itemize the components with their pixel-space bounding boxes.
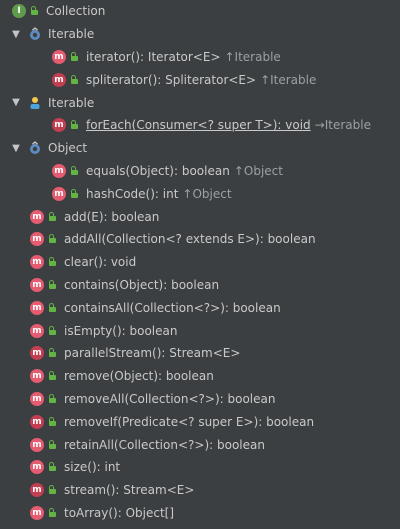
method-row[interactable]: m parallelStream(): Stream<E> [0, 342, 400, 365]
method-abstract-icon: m [30, 255, 44, 270]
method-abstract-icon: m [30, 505, 44, 520]
lock-icon [48, 507, 58, 518]
method-signature: containsAll(Collection<?>): boolean [64, 300, 281, 315]
method-signature: contains(Object): boolean [64, 277, 220, 292]
method-signature: stream(): Stream<E> [64, 483, 195, 498]
lock-icon [48, 348, 58, 358]
lock-icon [48, 416, 58, 427]
lock-icon [70, 165, 80, 176]
expand-arrow-icon[interactable]: ▼ [10, 28, 22, 40]
expand-arrow-icon[interactable]: ▼ [10, 142, 22, 154]
method-abstract-icon: m [30, 437, 44, 452]
lock-icon [48, 485, 58, 495]
method-signature: forEach(Consumer<? super T>): void [86, 118, 311, 133]
method-row[interactable]: m containsAll(Collection<?>): boolean [0, 296, 400, 319]
interface-icon: I [12, 4, 26, 19]
lock-icon [48, 211, 58, 222]
structure-tree: I Collection ▼ Iterable m iterator(): It… [0, 0, 400, 524]
method-origin: →Iterable [314, 118, 371, 133]
lock-icon [48, 462, 58, 472]
method-signature: retainAll(Collection<?>): boolean [64, 437, 265, 452]
method-abstract-icon: m [30, 209, 44, 224]
method-signature: remove(Object): boolean [64, 369, 214, 384]
group-label: Iterable [48, 27, 95, 42]
lock-icon [48, 371, 58, 381]
lock-icon [48, 257, 58, 267]
tree-group-object[interactable]: ▼ Object [0, 137, 400, 160]
lock-icon [48, 325, 58, 336]
method-signature: spliterator(): Spliterator<E> [86, 72, 257, 87]
lock-icon [70, 74, 80, 85]
method-icon: m [30, 346, 44, 361]
lock-icon [48, 393, 58, 404]
lock-icon [70, 188, 80, 199]
lock-icon [70, 51, 80, 62]
method-row[interactable]: m retainAll(Collection<?>): boolean [0, 433, 400, 456]
method-signature: clear(): void [64, 255, 137, 270]
method-abstract-icon: m [30, 300, 44, 315]
method-abstract-icon: m [52, 186, 66, 201]
method-row[interactable]: m add(E): boolean [0, 205, 400, 228]
method-abstract-icon: m [30, 277, 44, 292]
root-label: Collection [46, 4, 106, 19]
method-row[interactable]: m clear(): void [0, 251, 400, 274]
lock-icon [48, 279, 58, 290]
method-icon: m [30, 414, 44, 429]
tree-item-hashcode[interactable]: m hashCode(): int ↑Object [0, 182, 400, 205]
method-signature: removeIf(Predicate<? super E>): boolean [64, 414, 315, 429]
lock-icon [48, 302, 58, 313]
method-icon: m [52, 118, 66, 133]
method-signature: isEmpty(): boolean [64, 323, 178, 338]
expand-arrow-icon[interactable]: ▼ [10, 97, 22, 109]
method-abstract-icon: m [30, 391, 44, 406]
tree-item-equals[interactable]: m equals(Object): boolean ↑Object [0, 160, 400, 183]
method-signature: addAll(Collection<? extends E>): boolean [64, 232, 316, 247]
method-signature: hashCode(): int [86, 186, 179, 201]
tree-group-iterable[interactable]: ▼ Iterable [0, 23, 400, 46]
method-row[interactable]: m size(): int [0, 456, 400, 479]
method-origin: ↑Iterable [224, 49, 281, 64]
method-abstract-icon: m [30, 323, 44, 338]
tree-item-foreach[interactable]: m forEach(Consumer<? super T>): void →It… [0, 114, 400, 137]
method-signature: toArray(): Object[] [64, 505, 175, 520]
lock-icon [48, 439, 58, 450]
lock-icon [70, 120, 80, 130]
group-label: Iterable [48, 95, 95, 110]
object-override-icon [28, 141, 42, 155]
method-signature: add(E): boolean [64, 209, 160, 224]
tree-group-iterable-implemented[interactable]: ▼ Iterable [0, 91, 400, 114]
tree-root[interactable]: I Collection [0, 0, 400, 23]
lock-icon [48, 234, 58, 244]
method-origin: ↑Object [182, 186, 232, 201]
method-abstract-icon: m [52, 163, 66, 178]
interface-override-icon [28, 27, 42, 41]
method-signature: parallelStream(): Stream<E> [64, 346, 241, 361]
method-signature: size(): int [64, 460, 121, 475]
method-row[interactable]: m addAll(Collection<? extends E>): boolea… [0, 228, 400, 251]
method-origin: ↑Object [233, 163, 283, 178]
method-abstract-icon: m [30, 460, 44, 475]
method-row[interactable]: m contains(Object): boolean [0, 274, 400, 297]
method-abstract-icon: m [52, 49, 66, 64]
method-signature: iterator(): Iterator<E> [86, 49, 221, 64]
method-row[interactable]: m isEmpty(): boolean [0, 319, 400, 342]
method-origin: ↑Iterable [260, 72, 317, 87]
person-implement-icon [28, 96, 42, 110]
method-row[interactable]: m remove(Object): boolean [0, 365, 400, 388]
methods-list: m add(E): boolean m addAll(Collection<? ext… [0, 205, 400, 524]
group-label: Object [48, 141, 88, 156]
tree-item-spliterator[interactable]: m spliterator(): Spliterator<E> ↑Iterabl… [0, 68, 400, 91]
tree-item-iterator[interactable]: m iterator(): Iterator<E> ↑Iterable [0, 46, 400, 69]
method-signature: removeAll(Collection<?>): boolean [64, 391, 276, 406]
method-row[interactable]: m stream(): Stream<E> [0, 479, 400, 502]
method-row[interactable]: m removeIf(Predicate<? super E>): boolean [0, 410, 400, 433]
method-signature: equals(Object): boolean [86, 163, 230, 178]
method-abstract-icon: m [30, 232, 44, 247]
lock-icon [30, 6, 40, 16]
method-icon: m [52, 72, 66, 87]
method-row[interactable]: m toArray(): Object[] [0, 502, 400, 525]
method-row[interactable]: m removeAll(Collection<?>): boolean [0, 388, 400, 411]
method-icon: m [30, 483, 44, 498]
method-abstract-icon: m [30, 369, 44, 384]
